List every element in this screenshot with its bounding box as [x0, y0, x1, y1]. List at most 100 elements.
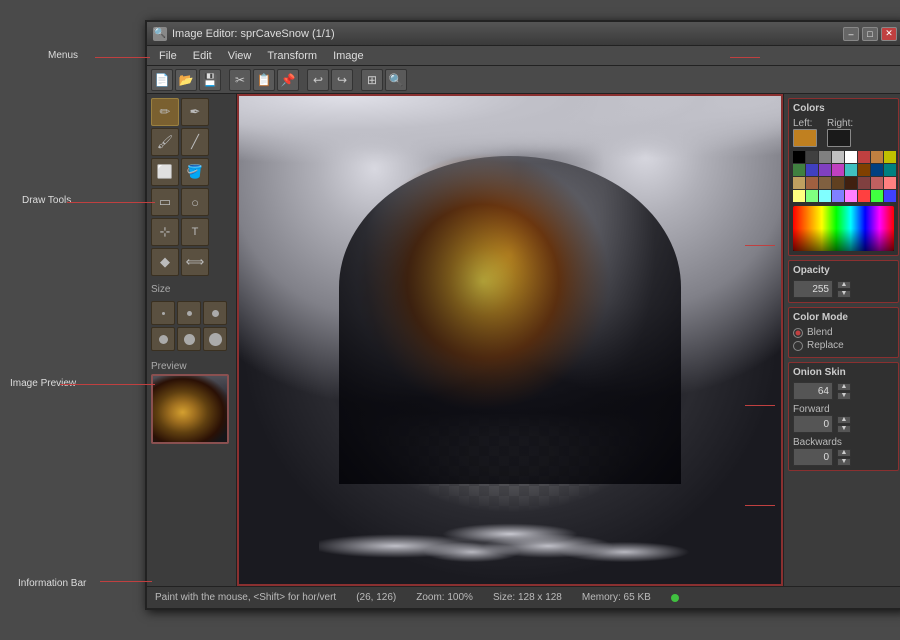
- right-color-swatch[interactable]: [827, 129, 851, 147]
- forward-input[interactable]: [793, 415, 833, 433]
- palette-cell[interactable]: [871, 151, 883, 163]
- toolbar-grid[interactable]: ⊞: [361, 69, 383, 91]
- replace-radio[interactable]: [793, 341, 803, 351]
- right-color-group: Right:: [827, 118, 853, 147]
- onion-spinner: ▲ ▼: [837, 383, 851, 400]
- palette-cell[interactable]: [858, 177, 870, 189]
- onion-skin-title: Onion Skin: [793, 367, 894, 378]
- size-4[interactable]: [151, 327, 175, 351]
- menu-image[interactable]: Image: [325, 48, 372, 64]
- tool-brush[interactable]: 🖌: [151, 128, 179, 156]
- palette-cell[interactable]: [871, 190, 883, 202]
- palette-cell[interactable]: [871, 177, 883, 189]
- palette-cell[interactable]: [845, 190, 857, 202]
- menu-view[interactable]: View: [220, 48, 260, 64]
- palette-cell[interactable]: [884, 164, 896, 176]
- backwards-up[interactable]: ▲: [837, 449, 851, 457]
- menu-file[interactable]: File: [151, 48, 185, 64]
- palette-cell[interactable]: [871, 164, 883, 176]
- palette-cell[interactable]: [819, 177, 831, 189]
- canvas-area[interactable]: [237, 94, 783, 586]
- palette-cell[interactable]: [793, 177, 805, 189]
- palette-cell[interactable]: [858, 190, 870, 202]
- size-label: Size: [151, 284, 232, 295]
- palette-cell[interactable]: [832, 164, 844, 176]
- tool-diamond[interactable]: ◆: [151, 248, 179, 276]
- size-3[interactable]: [203, 301, 227, 325]
- toolbar-open[interactable]: 📂: [175, 69, 197, 91]
- toolbar-new[interactable]: 📄: [151, 69, 173, 91]
- palette-cell[interactable]: [793, 190, 805, 202]
- size-1[interactable]: [151, 301, 175, 325]
- blend-row: Blend: [793, 327, 894, 338]
- onion-input[interactable]: [793, 382, 833, 400]
- size-6[interactable]: [203, 327, 227, 351]
- tool-rect[interactable]: ▭: [151, 188, 179, 216]
- palette-cell[interactable]: [793, 151, 805, 163]
- toolbar-save[interactable]: 💾: [199, 69, 221, 91]
- toolbar-cut[interactable]: ✂: [229, 69, 251, 91]
- palette-cell[interactable]: [806, 164, 818, 176]
- tool-pen[interactable]: ✒: [181, 98, 209, 126]
- left-color-group: Left:: [793, 118, 817, 147]
- title-bar: 🔍 Image Editor: sprCaveSnow (1/1) – □ ✕: [147, 22, 900, 46]
- backwards-spinner: ▲ ▼: [837, 449, 851, 466]
- palette-cell[interactable]: [845, 177, 857, 189]
- opacity-down[interactable]: ▼: [837, 290, 851, 298]
- color-gradient-picker[interactable]: [793, 206, 894, 251]
- forward-down[interactable]: ▼: [837, 425, 851, 433]
- left-color-swatch[interactable]: [793, 129, 817, 147]
- opacity-input[interactable]: [793, 280, 833, 298]
- forward-up[interactable]: ▲: [837, 416, 851, 424]
- maximize-button[interactable]: □: [862, 27, 878, 41]
- palette-cell[interactable]: [819, 190, 831, 202]
- palette-cell[interactable]: [884, 177, 896, 189]
- backwards-input[interactable]: [793, 448, 833, 466]
- palette-cell[interactable]: [858, 164, 870, 176]
- palette-cell[interactable]: [806, 151, 818, 163]
- tool-line[interactable]: ╱: [181, 128, 209, 156]
- preview-label: Preview: [151, 361, 232, 372]
- tool-ellipse[interactable]: ○: [181, 188, 209, 216]
- palette-cell[interactable]: [832, 190, 844, 202]
- size-5[interactable]: [177, 327, 201, 351]
- minimize-button[interactable]: –: [843, 27, 859, 41]
- palette-cell[interactable]: [884, 190, 896, 202]
- palette-cell[interactable]: [845, 164, 857, 176]
- opacity-up[interactable]: ▲: [837, 281, 851, 289]
- tool-text[interactable]: T: [181, 218, 209, 246]
- tool-flip[interactable]: ⟺: [181, 248, 209, 276]
- toolbar-paste[interactable]: 📌: [277, 69, 299, 91]
- status-bar: Paint with the mouse, <Shift> for hor/ve…: [147, 586, 900, 608]
- palette-cell[interactable]: [884, 151, 896, 163]
- toolbar-undo[interactable]: ↩: [307, 69, 329, 91]
- preview-image: [153, 376, 227, 442]
- backwards-down[interactable]: ▼: [837, 458, 851, 466]
- palette-cell[interactable]: [806, 177, 818, 189]
- palette-cell[interactable]: [793, 164, 805, 176]
- tool-fill[interactable]: 🪣: [181, 158, 209, 186]
- colors-title: Colors: [793, 103, 894, 114]
- size-2[interactable]: [177, 301, 201, 325]
- onion-down[interactable]: ▼: [837, 392, 851, 400]
- onion-up[interactable]: ▲: [837, 383, 851, 391]
- palette-cell[interactable]: [806, 190, 818, 202]
- close-button[interactable]: ✕: [881, 27, 897, 41]
- toolbar-zoom[interactable]: 🔍: [385, 69, 407, 91]
- backwards-row: ▲ ▼: [793, 448, 894, 466]
- menu-edit[interactable]: Edit: [185, 48, 220, 64]
- toolbar-copy[interactable]: 📋: [253, 69, 275, 91]
- palette-cell[interactable]: [858, 151, 870, 163]
- palette-cell[interactable]: [832, 177, 844, 189]
- palette-cell[interactable]: [845, 151, 857, 163]
- toolbar-redo[interactable]: ↪: [331, 69, 353, 91]
- tool-eraser[interactable]: ⬜: [151, 158, 179, 186]
- blend-radio[interactable]: [793, 328, 803, 338]
- palette-cell[interactable]: [819, 164, 831, 176]
- tool-select[interactable]: ⊹: [151, 218, 179, 246]
- palette-cell[interactable]: [832, 151, 844, 163]
- tool-pencil[interactable]: ✏: [151, 98, 179, 126]
- menu-transform[interactable]: Transform: [259, 48, 325, 64]
- preview-box: [151, 374, 229, 444]
- palette-cell[interactable]: [819, 151, 831, 163]
